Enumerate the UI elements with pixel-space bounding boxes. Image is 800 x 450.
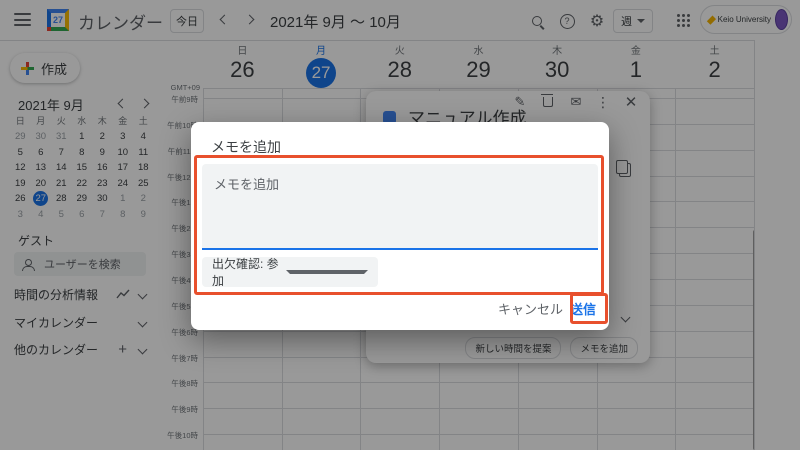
submit-button[interactable]: 送信 — [570, 299, 596, 318]
google-calendar-screen: 27 カレンダー 今日 2021年 9月 ～ 10月 ? ⚙ 週 Keio Un… — [0, 0, 800, 450]
dialog-title: メモを追加 — [211, 137, 281, 157]
note-textarea[interactable] — [202, 164, 598, 250]
add-note-dialog: メモを追加 出欠確認: 参加 キャンセル 送信 — [191, 122, 609, 330]
caret-down-icon — [286, 270, 368, 274]
rsvp-dropdown[interactable]: 出欠確認: 参加 — [202, 257, 378, 287]
cancel-button[interactable]: キャンセル — [498, 299, 563, 318]
